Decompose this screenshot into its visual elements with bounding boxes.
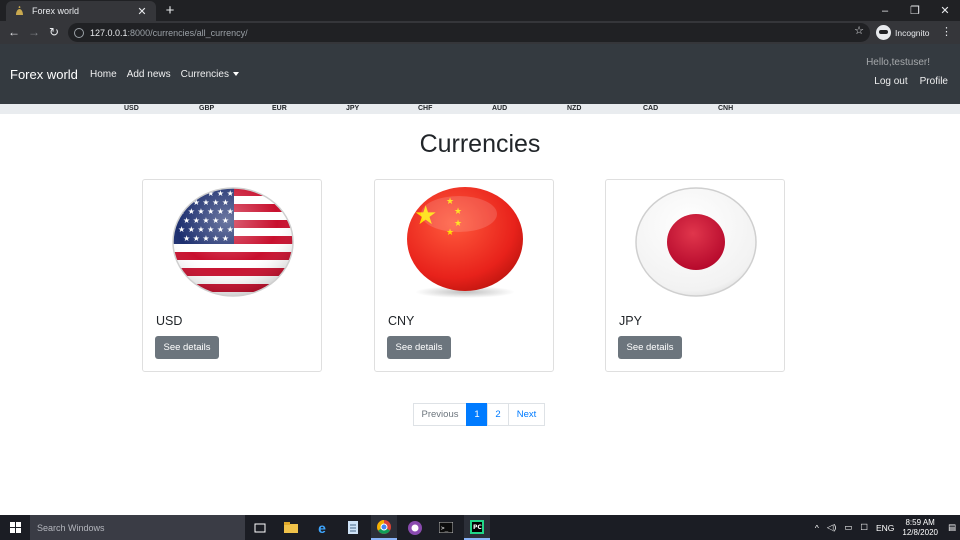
incognito-icon — [876, 25, 891, 40]
currency-card-usd: ★ ★ ★ ★ ★ ★ ★ ★ ★ ★ ★ ★ ★ ★ ★ ★ ★ ★ ★ ★ … — [142, 179, 322, 372]
see-details-button[interactable]: See details — [618, 336, 682, 359]
edge-icon[interactable]: e — [309, 515, 335, 540]
clock-date: 12/8/2020 — [902, 527, 938, 537]
clock-time: 8:59 AM — [905, 517, 935, 527]
forward-icon[interactable]: → — [26, 24, 42, 40]
restore-icon[interactable]: ❐ — [900, 0, 930, 21]
brand-link[interactable]: Forex world — [10, 67, 78, 82]
currency-ticker: USD GBP EUR JPY CHF AUD NZD CAD CNH — [0, 104, 960, 114]
chrome-icon[interactable] — [371, 515, 397, 540]
china-flag-icon: ★ ★ ★ ★ ★ — [404, 184, 526, 299]
browser-tab[interactable]: Forex world ✕ — [6, 1, 156, 21]
ticker-item[interactable]: EUR — [272, 105, 287, 112]
svg-text:PC: PC — [473, 524, 482, 531]
window-close-icon[interactable]: ✕ — [930, 0, 960, 21]
windows-start-icon[interactable] — [0, 515, 30, 540]
pagination-previous[interactable]: Previous — [413, 403, 467, 426]
url-host: 127.0.0.1 — [90, 27, 128, 38]
see-details-button[interactable]: See details — [155, 336, 219, 359]
network-icon[interactable]: ▭ — [844, 522, 852, 533]
volume-icon[interactable]: ◁) — [827, 522, 836, 533]
new-tab-icon[interactable]: + — [162, 2, 178, 19]
currency-card-cny: ★ ★ ★ ★ ★ CNY See details — [374, 179, 554, 372]
ticker-item[interactable]: CNH — [718, 105, 733, 112]
currency-code: CNY — [388, 314, 415, 328]
message-icon[interactable]: ☐ — [860, 522, 868, 533]
task-view-icon[interactable] — [247, 515, 273, 540]
file-explorer-icon[interactable] — [278, 515, 304, 540]
currency-code: USD — [156, 314, 183, 328]
ticker-item[interactable]: JPY — [346, 105, 359, 112]
github-desktop-icon[interactable] — [402, 515, 428, 540]
forex-favicon-icon — [14, 6, 24, 16]
language-indicator[interactable]: ENG — [876, 523, 894, 533]
notifications-icon[interactable]: ▤ — [948, 522, 956, 533]
tab-close-icon[interactable]: ✕ — [136, 5, 148, 18]
nav-links: Home Add news Currencies — [90, 69, 239, 80]
caret-down-icon — [232, 72, 239, 77]
ticker-item[interactable]: AUD — [492, 105, 507, 112]
bookmark-star-icon[interactable]: ☆ — [854, 24, 864, 37]
logout-link[interactable]: Log out — [874, 76, 907, 87]
svg-text:>_: >_ — [441, 525, 449, 532]
incognito-indicator[interactable]: Incognito — [876, 24, 930, 41]
url-path: :8000/currencies/all_currency/ — [127, 27, 248, 38]
taskbar-clock[interactable]: 8:59 AM 12/8/2020 — [902, 518, 938, 538]
site-info-icon[interactable] — [74, 27, 84, 38]
japan-flag-icon — [635, 184, 757, 299]
system-tray: ^ ◁) ▭ ☐ ENG 8:59 AM 12/8/2020 ▤ — [811, 515, 960, 540]
incognito-label: Incognito — [895, 27, 930, 38]
browser-menu-icon[interactable]: ⋮ — [941, 25, 952, 38]
nav-currencies-dropdown[interactable]: Currencies — [181, 69, 239, 80]
pycharm-icon[interactable]: PC — [464, 515, 490, 540]
nav-add-news[interactable]: Add news — [127, 69, 171, 80]
pagination-next[interactable]: Next — [508, 403, 545, 426]
window-controls: – ❐ ✕ — [870, 0, 960, 21]
currency-card-jpy: JPY See details — [605, 179, 785, 372]
nav-home[interactable]: Home — [90, 69, 117, 80]
taskbar-search[interactable]: Search Windows — [30, 515, 245, 540]
us-flag-icon: ★ ★ ★ ★ ★ ★ ★ ★ ★ ★ ★ ★ ★ ★ ★ ★ ★ ★ ★ ★ … — [172, 184, 294, 299]
currency-code: JPY — [619, 314, 642, 328]
profile-link[interactable]: Profile — [920, 76, 948, 87]
greeting-text: Hello,testuser! — [866, 57, 930, 68]
ticker-item[interactable]: USD — [124, 105, 139, 112]
minimize-icon[interactable]: – — [870, 0, 900, 21]
user-links: Log out Profile — [874, 76, 948, 87]
site-navbar: Forex world Home Add news Currencies Hel… — [0, 44, 960, 104]
chevron-up-icon[interactable]: ^ — [815, 523, 819, 533]
notepad-icon[interactable] — [340, 515, 366, 540]
terminal-icon[interactable]: >_ — [433, 515, 459, 540]
pagination: Previous 1 2 Next — [413, 403, 545, 426]
reload-icon[interactable]: ↻ — [46, 24, 62, 40]
ticker-item[interactable]: GBP — [199, 105, 214, 112]
browser-toolbar: ← → ↻ 127.0.0.1:8000/currencies/all_curr… — [0, 21, 960, 44]
address-bar[interactable]: 127.0.0.1:8000/currencies/all_currency/ … — [68, 23, 870, 42]
ticker-item[interactable]: NZD — [567, 105, 581, 112]
ticker-item[interactable]: CHF — [418, 105, 432, 112]
back-icon[interactable]: ← — [6, 24, 22, 40]
browser-tab-bar: Forex world ✕ + – ❐ ✕ — [0, 0, 960, 21]
pagination-page-2[interactable]: 2 — [487, 403, 509, 426]
page-title: Currencies — [419, 130, 541, 158]
see-details-button[interactable]: See details — [387, 336, 451, 359]
nav-currencies-label: Currencies — [180, 69, 229, 80]
pagination-page-1[interactable]: 1 — [466, 403, 488, 426]
tab-title: Forex world — [32, 6, 80, 16]
windows-taskbar: Search Windows e >_ PC ^ ◁) ▭ ☐ ENG 8:59… — [0, 515, 960, 540]
ticker-item[interactable]: CAD — [643, 105, 658, 112]
